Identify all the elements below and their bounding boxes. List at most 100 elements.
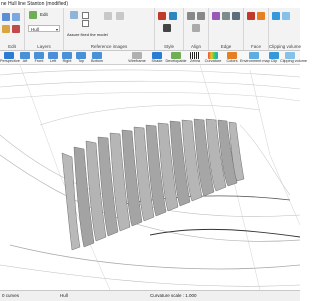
- view-toolbar: Perspective Aft Front Left Right Top Bot…: [0, 51, 308, 65]
- top-icon: [76, 52, 86, 59]
- view-label: Wireframe: [128, 59, 146, 63]
- layers-edit-label[interactable]: Edit: [40, 12, 48, 17]
- face-group-label: Face: [250, 44, 261, 49]
- window-title: ne Hull line Stanton (modified): [1, 1, 68, 7]
- view-shade[interactable]: Shade: [150, 51, 164, 64]
- edit-group-label: Edit: [8, 44, 16, 49]
- view-curvature[interactable]: Curvature: [202, 51, 224, 64]
- align-left-icon[interactable]: [187, 12, 195, 20]
- view-clip[interactable]: Clip: [268, 51, 280, 64]
- edge-group-label: Edge: [220, 44, 232, 49]
- bottom-icon: [92, 52, 102, 59]
- view-label: Environment map: [240, 59, 270, 63]
- align-group: Align: [184, 8, 209, 50]
- edge-group: Edge: [209, 8, 244, 50]
- view-label: Right: [62, 59, 72, 63]
- reference-image-icon[interactable]: [70, 11, 78, 19]
- view-label: Top: [77, 59, 85, 63]
- face-flip-icon[interactable]: [257, 12, 265, 20]
- clipping-group-label: Clipping volume: [269, 44, 302, 49]
- view-right[interactable]: Right: [60, 51, 74, 64]
- delete-icon[interactable]: [12, 25, 20, 33]
- developable-icon: [171, 52, 181, 59]
- left-icon: [48, 52, 58, 59]
- view-label: Left: [49, 59, 57, 63]
- align-center-icon[interactable]: [192, 24, 200, 32]
- wireframe-icon: [132, 52, 142, 59]
- environment-map-icon: [249, 52, 259, 59]
- layer-add-icon[interactable]: [29, 11, 37, 19]
- face-icon[interactable]: [247, 12, 255, 20]
- copy-icon[interactable]: [2, 25, 10, 33]
- reference-check-2[interactable]: [82, 20, 89, 27]
- ribbon: Edit Edit Hull ▾ Layers Assure fixed the…: [0, 8, 302, 51]
- view-front[interactable]: Front: [32, 51, 46, 64]
- style-red-icon[interactable]: [158, 12, 166, 20]
- view-developable[interactable]: Developable: [164, 51, 188, 64]
- view-bottom[interactable]: Bottom: [88, 51, 106, 64]
- view-label: Zebra: [190, 59, 200, 63]
- clip-box-icon[interactable]: [282, 12, 290, 20]
- reference-align-label: Assure fixed the model: [67, 32, 108, 37]
- curvature-icon: [208, 52, 218, 59]
- style-group-label: Style: [163, 44, 174, 49]
- chevron-down-icon: ▾: [55, 27, 58, 32]
- clip-view-icon: [269, 52, 279, 59]
- undo-icon[interactable]: [2, 13, 10, 21]
- edge-split-icon[interactable]: [222, 12, 230, 20]
- view-label: Clipping volume: [280, 59, 308, 63]
- status-bar: 0 curves Hull Curvature scale : 1.000: [0, 290, 300, 301]
- view-label: Clip: [270, 59, 278, 63]
- edit-group: Edit: [0, 8, 25, 50]
- clip-icon[interactable]: [272, 12, 280, 20]
- shade-icon: [152, 52, 162, 59]
- view-label: Front: [34, 59, 44, 63]
- layer-select[interactable]: Hull ▾: [28, 25, 60, 32]
- view-label: Aft: [22, 59, 28, 63]
- view-label: Shade: [151, 59, 163, 63]
- style-blue-icon[interactable]: [169, 12, 177, 20]
- view-clipping-volume[interactable]: Clipping volume: [280, 51, 308, 64]
- view-left[interactable]: Left: [46, 51, 60, 64]
- hull-stations: [61, 118, 245, 251]
- reference-images-label: Reference images: [90, 44, 128, 49]
- layer-select-value: Hull: [31, 27, 39, 32]
- align-group-label: Align: [190, 44, 201, 49]
- image-icon[interactable]: [104, 12, 112, 20]
- layers-group-label: Layers: [37, 44, 51, 49]
- view-label: Perspective: [0, 59, 20, 63]
- layers-group: Edit Hull ▾ Layers: [25, 8, 64, 50]
- title-bar: ne Hull line Stanton (modified): [0, 0, 300, 8]
- edge-icon[interactable]: [212, 12, 220, 20]
- hull-render: [0, 65, 300, 290]
- view-label: Bottom: [90, 59, 104, 63]
- zebra-icon: [190, 52, 200, 59]
- edge-crease-icon[interactable]: [232, 12, 240, 20]
- view-zebra[interactable]: Zebra: [188, 51, 202, 64]
- view-top[interactable]: Top: [74, 51, 88, 64]
- align-right-icon[interactable]: [197, 12, 205, 20]
- front-icon: [34, 52, 44, 59]
- view-colors[interactable]: Colors: [224, 51, 240, 64]
- redo-icon[interactable]: [12, 13, 20, 21]
- reference-check-1[interactable]: [82, 12, 89, 19]
- clipping-volume-icon: [285, 52, 295, 59]
- view-wireframe[interactable]: Wireframe: [124, 51, 150, 64]
- face-group: Face: [244, 8, 269, 50]
- aft-icon: [20, 52, 30, 59]
- view-aft[interactable]: Aft: [18, 51, 32, 64]
- 3d-viewport[interactable]: [0, 65, 300, 290]
- style-dark-icon[interactable]: [163, 24, 171, 32]
- perspective-icon: [4, 52, 14, 59]
- view-environment-map[interactable]: Environment map: [240, 51, 270, 64]
- image-icon-2[interactable]: [116, 12, 124, 20]
- clipping-group: Clipping volume: [269, 8, 302, 50]
- view-label: Curvature: [204, 59, 222, 63]
- right-icon: [62, 52, 72, 59]
- style-group: Style: [155, 8, 184, 50]
- view-label: Developable: [165, 59, 187, 63]
- view-perspective[interactable]: Perspective: [0, 51, 20, 64]
- colors-icon: [227, 52, 237, 59]
- view-label: Colors: [226, 59, 238, 63]
- reference-images-group: Assure fixed the model Reference images: [64, 8, 155, 50]
